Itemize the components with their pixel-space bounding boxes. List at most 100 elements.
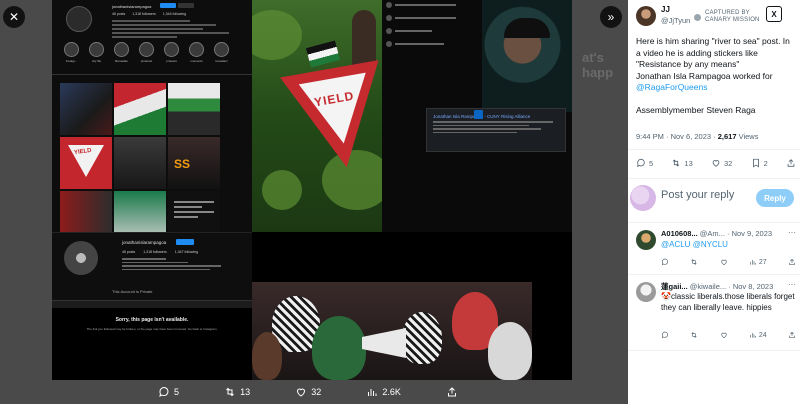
- post-thumbnail: [60, 83, 112, 135]
- views-action[interactable]: 2.6K: [366, 386, 401, 398]
- mention-link[interactable]: @RagaForQueens: [636, 82, 796, 94]
- tweet-sidebar: JJ @JjTyun CAPTURED BY CANARY MISSION X …: [628, 0, 800, 404]
- tweet-text-line: Assemblymember Steven Raga: [636, 105, 756, 115]
- message-list: [386, 2, 456, 54]
- reply-action[interactable]: 5: [158, 386, 179, 398]
- x-logo-icon: X: [766, 6, 782, 22]
- close-icon: ✕: [8, 10, 20, 24]
- reply-icon: [159, 387, 169, 397]
- posts-count: 46 posts: [112, 12, 126, 16]
- author-avatar[interactable]: [636, 6, 656, 26]
- heart-icon: [297, 388, 306, 397]
- tweet-timestamp[interactable]: 9:44 PM · Nov 6, 2023 ·: [636, 132, 718, 141]
- reply-text: 🤡classic liberals.those liberals forget …: [661, 292, 797, 313]
- reply-text-content: classic liberals.those liberals forget t…: [661, 292, 795, 312]
- expand-sidebar-button[interactable]: »: [600, 6, 622, 28]
- like-action[interactable]: 32: [295, 386, 321, 398]
- reply-button[interactable]: 5: [636, 158, 653, 168]
- reply-like-button[interactable]: [720, 258, 728, 266]
- reply-avatar[interactable]: [636, 282, 656, 302]
- more-options-icon[interactable]: ···: [788, 228, 796, 237]
- media-viewer: at's happ ✕ » jonathanislarampagoa 46 po…: [0, 0, 628, 404]
- views-count: 2.6K: [382, 387, 401, 397]
- reply-avatar[interactable]: [636, 230, 656, 250]
- message-preview: [532, 232, 572, 380]
- reply-date: · Nov 8, 2023: [728, 282, 774, 291]
- mention-link[interactable]: @ACLU: [661, 240, 690, 249]
- highlight: Instagr...: [64, 42, 79, 63]
- url-bar: [52, 301, 252, 308]
- heart-icon: [712, 160, 720, 167]
- reply-author-name[interactable]: A010608...: [661, 229, 698, 238]
- views-label: Views: [736, 132, 759, 141]
- clown-emoji-icon: 🤡: [661, 292, 671, 301]
- linkedin-card: Jonathan Isla Rampagoa - CUNY Rising All…: [426, 108, 566, 152]
- reply-retweet-button[interactable]: [690, 258, 698, 266]
- reply-views[interactable]: 27: [749, 258, 767, 266]
- reply-input[interactable]: Post your reply: [661, 189, 734, 201]
- background-caption: at's happ: [582, 50, 614, 80]
- reply-share-button[interactable]: [788, 331, 796, 339]
- tweet-meta: 9:44 PM · Nov 6, 2023 · 2,617 Views: [636, 132, 758, 141]
- profile-stats: 46 posts 1,318 followers 1,044 following: [112, 12, 186, 16]
- bar-chart-icon: [750, 333, 756, 338]
- like-count: 32: [311, 387, 322, 397]
- reply-like-button[interactable]: [720, 331, 728, 339]
- retweet-icon: [691, 332, 697, 338]
- profile-username: jonathanislarampagoa: [112, 4, 152, 9]
- chevron-double-right-icon: »: [607, 10, 615, 24]
- private-profile-screenshot: jonathanislarampagoa 46 posts 1,318 foll…: [52, 232, 252, 300]
- instagram-profile-screenshot: jonathanislarampagoa 46 posts 1,318 foll…: [52, 0, 252, 243]
- bar-chart-icon: [368, 389, 377, 396]
- reply-reply-button[interactable]: [661, 331, 669, 339]
- share-icon: [789, 331, 795, 338]
- reply-composer: Post your reply Reply: [628, 181, 800, 217]
- share-icon: [448, 387, 456, 397]
- post-thumbnail: YIELD: [60, 137, 112, 189]
- reply-share-button[interactable]: [788, 258, 796, 266]
- followers-count: 1,318 followers: [132, 12, 156, 16]
- tweet-text: Here is him sharing "river to sea" post.…: [636, 36, 796, 117]
- reply-author-name[interactable]: 蓮gaii...: [661, 282, 688, 291]
- reply-author-handle: @kiwaile...: [689, 282, 727, 291]
- protest-photo: [252, 282, 532, 380]
- story-highlights: Instagr... city life Ramadan pinterest p…: [64, 42, 229, 63]
- close-button[interactable]: ✕: [3, 6, 25, 28]
- portrait-photo: [482, 0, 572, 112]
- retweet-action[interactable]: 13: [224, 386, 250, 398]
- retweet-button[interactable]: 13: [671, 158, 693, 168]
- reply-retweet-button[interactable]: [690, 331, 698, 339]
- retweet-count: 13: [684, 158, 693, 168]
- reply-views-count: 24: [758, 331, 767, 339]
- like-button[interactable]: 32: [711, 158, 732, 168]
- media-action-bar: 5 13 32 2.6K: [158, 382, 458, 402]
- tweet-views-count: 2,617: [717, 132, 737, 141]
- tweet-header: JJ @JjTyun CAPTURED BY CANARY MISSION X: [628, 0, 800, 32]
- author-name[interactable]: JJ: [661, 5, 670, 14]
- share-button[interactable]: [786, 158, 796, 168]
- highlight: protests: [164, 42, 179, 63]
- mention-link[interactable]: @NYCLU: [693, 240, 728, 249]
- like-count: 32: [723, 158, 733, 168]
- share-action[interactable]: [446, 386, 458, 398]
- author-handle[interactable]: @JjTyun: [661, 16, 690, 25]
- reply-icon: [661, 258, 668, 266]
- profile-stats: 46 posts 1,318 followers 1,047 following: [122, 250, 199, 254]
- profile-bio: [112, 20, 242, 40]
- follow-button-graphic: [160, 3, 176, 8]
- reply-item[interactable]: 蓮gaii... @kiwaile... · Nov 8, 2023 ··· 🤡…: [628, 276, 800, 348]
- yield-sign-photo: YIELD: [252, 0, 382, 232]
- reply-date: · Nov 9, 2023: [727, 229, 773, 238]
- reply-reply-button[interactable]: [661, 258, 669, 266]
- more-options-icon[interactable]: ···: [788, 280, 796, 289]
- reply-item[interactable]: A010608... @Am... · Nov 9, 2023 ··· @ACL…: [628, 224, 800, 274]
- reply-views[interactable]: 24: [749, 331, 767, 339]
- highlight: Ramadan: [114, 42, 129, 63]
- bookmark-button[interactable]: 2: [751, 158, 768, 168]
- reply-header: A010608... @Am... · Nov 9, 2023: [661, 229, 795, 238]
- reply-header: 蓮gaii... @kiwaile... · Nov 8, 2023: [661, 281, 795, 292]
- reply-submit-button[interactable]: Reply: [756, 189, 794, 207]
- private-notice: This Account is Private: [112, 289, 153, 294]
- reply-actions: 27: [661, 258, 796, 266]
- flag-graphic: [305, 40, 341, 68]
